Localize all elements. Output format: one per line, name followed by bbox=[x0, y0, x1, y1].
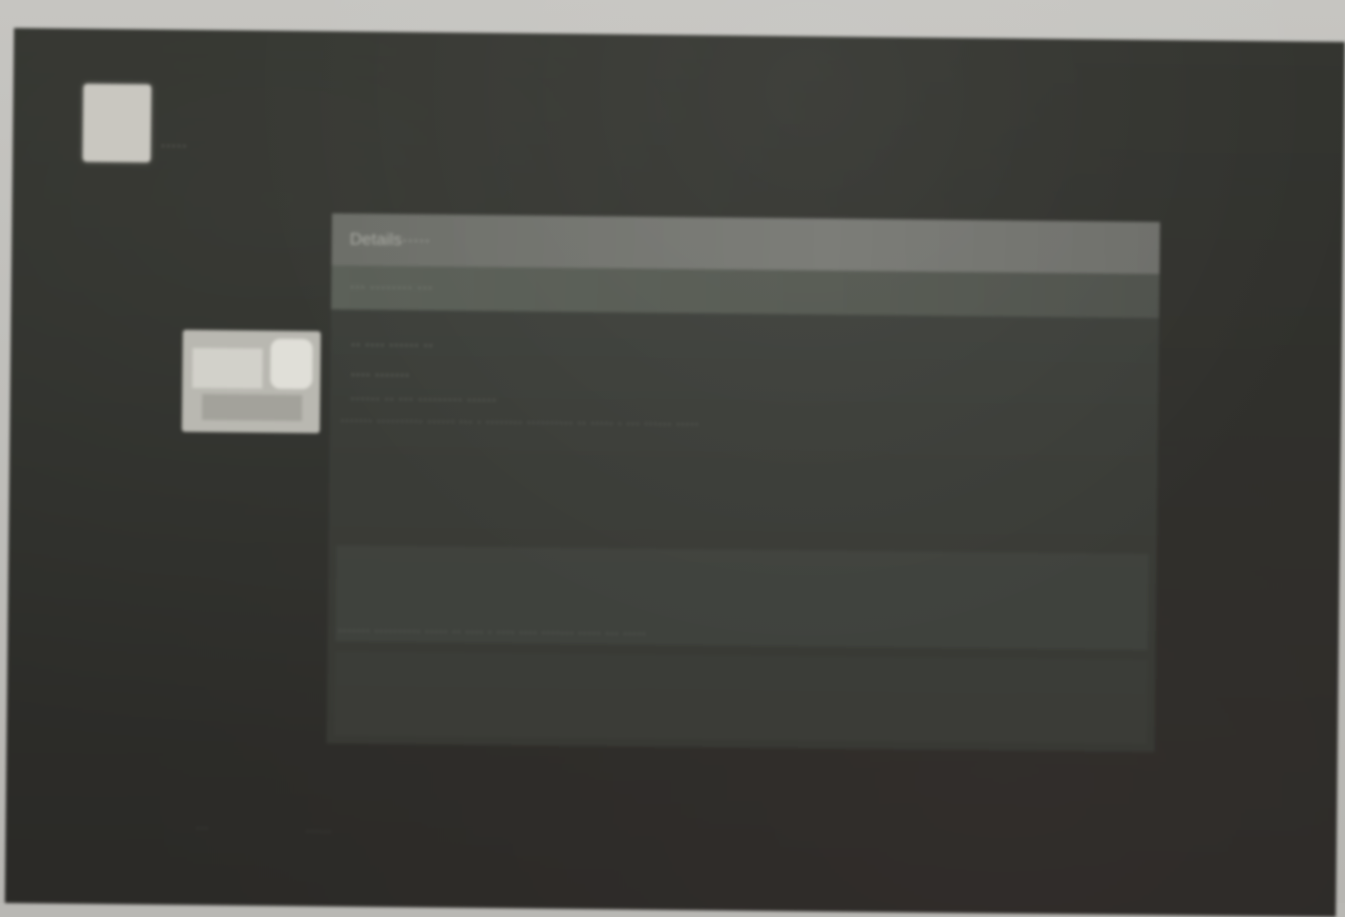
post-body-line bbox=[339, 441, 1148, 539]
post-card: Details····· ··· ········ ··· ·· ···· ··… bbox=[326, 213, 1161, 752]
post-subheader: ··· ········ ··· bbox=[331, 265, 1160, 319]
monitor-screen: ····· Details····· ··· ········ ··· ·· ·… bbox=[4, 28, 1345, 917]
avatar[interactable] bbox=[181, 329, 321, 434]
avatar-image-part bbox=[192, 347, 263, 389]
post-subtitle: ··· ········ ··· bbox=[349, 278, 433, 297]
photo-frame: ····· Details····· ··· ········ ··· ·· ·… bbox=[0, 0, 1345, 917]
avatar-image-part bbox=[201, 393, 303, 422]
app-logo-text: ····· bbox=[160, 137, 188, 153]
footer-link[interactable]: ··· bbox=[196, 820, 209, 835]
avatar-image-part bbox=[270, 338, 313, 390]
post-body-block bbox=[334, 651, 1148, 744]
post-meta-line: ···· ······· bbox=[350, 365, 410, 384]
app-logo[interactable] bbox=[82, 83, 152, 163]
post-meta-line: ·· ···· ······ ·· bbox=[350, 335, 434, 354]
footer-link[interactable]: ······ bbox=[306, 823, 332, 838]
post-header: Details····· bbox=[331, 213, 1161, 275]
post-title: Details····· bbox=[349, 229, 431, 250]
post-meta-link[interactable]: ······ ·· ··· ········· ······ bbox=[350, 390, 497, 409]
post-body-line: ······· ·········· ······ ··· · ········… bbox=[339, 411, 700, 432]
